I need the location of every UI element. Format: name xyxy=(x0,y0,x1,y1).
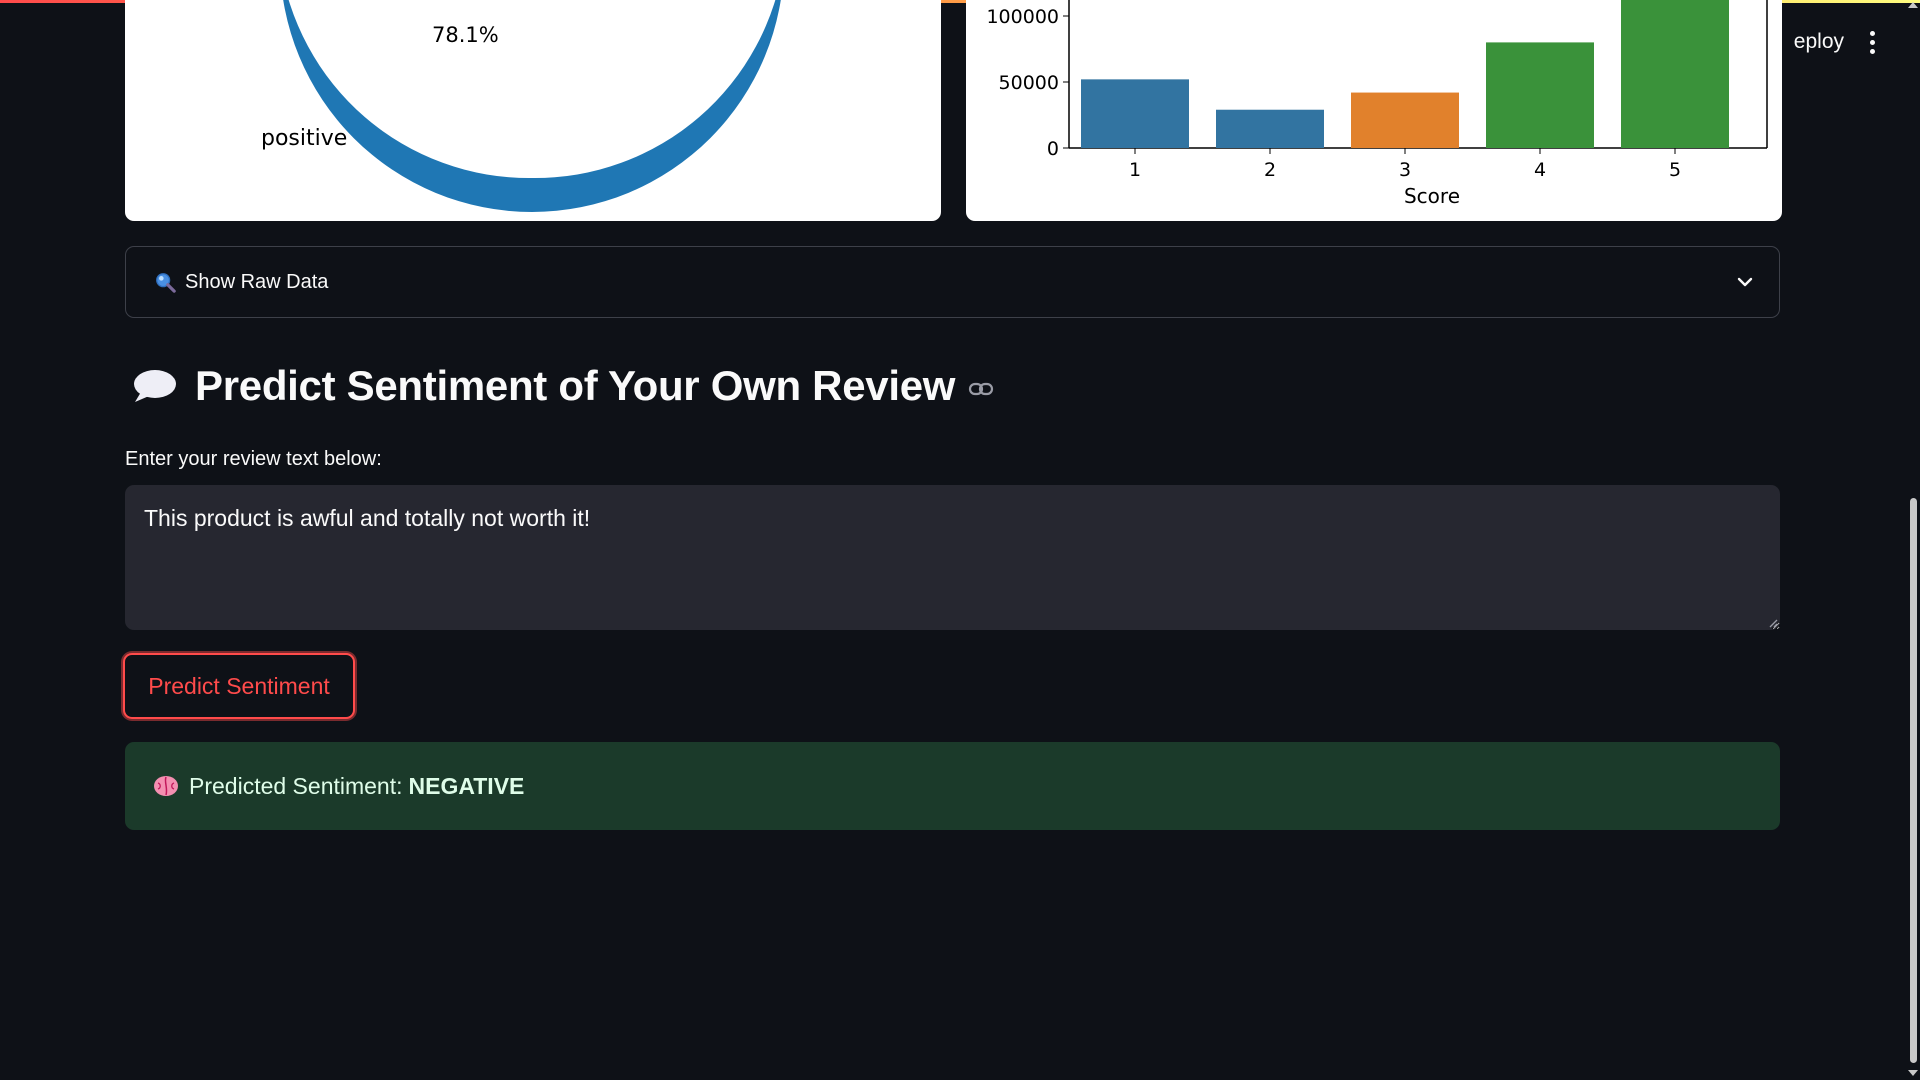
bar-score-4 xyxy=(1486,42,1594,148)
pie-slice-positive xyxy=(283,0,781,212)
scroll-up-arrow-icon[interactable] xyxy=(1908,2,1918,8)
predict-sentiment-button[interactable]: Predict Sentiment xyxy=(123,653,355,719)
main-menu-icon[interactable] xyxy=(1870,30,1876,54)
bar-score-5 xyxy=(1621,0,1729,149)
review-input-label: Enter your review text below: xyxy=(125,448,382,470)
y-tick-label: 50000 xyxy=(999,72,1059,94)
show-raw-data-expander[interactable]: Show Raw Data xyxy=(125,246,1780,318)
pie-slice-label: positive xyxy=(261,126,347,151)
bar-score-1 xyxy=(1081,79,1189,148)
y-tick-label: 0 xyxy=(1047,138,1059,160)
header-actions: eploy xyxy=(1794,30,1876,54)
x-axis-label: Score xyxy=(1404,184,1460,208)
bar-chart-svg: 100000 50000 0 1 2 3 4 5 Score xyxy=(986,0,1768,208)
prediction-result-alert: Predicted Sentiment: NEGATIVE xyxy=(125,742,1780,830)
scrollbar-thumb[interactable] xyxy=(1910,498,1917,1063)
x-tick-label: 5 xyxy=(1669,159,1681,181)
x-tick-label: 1 xyxy=(1129,159,1141,181)
result-value: NEGATIVE xyxy=(408,772,525,799)
link-icon[interactable] xyxy=(967,375,995,403)
bar-score-2 xyxy=(1216,109,1324,148)
section-heading: Predict Sentiment of Your Own Review xyxy=(131,362,995,410)
result-prefix: Predicted Sentiment: xyxy=(189,772,403,799)
section-title: Predict Sentiment of Your Own Review xyxy=(195,362,956,409)
pie-chart-svg: 78.1% positive xyxy=(261,0,781,212)
brain-icon xyxy=(154,776,178,796)
y-tick-label: 100000 xyxy=(986,6,1059,28)
bar-score-3 xyxy=(1351,92,1459,148)
x-tick-label: 2 xyxy=(1264,159,1276,181)
pie-chart-card: 78.1% positive xyxy=(125,0,941,221)
magnifier-icon xyxy=(156,273,176,293)
x-tick-label: 3 xyxy=(1399,159,1411,181)
bar-chart-card: 100000 50000 0 1 2 3 4 5 Score xyxy=(966,0,1782,221)
review-textarea[interactable]: This product is awful and totally not wo… xyxy=(125,485,1780,630)
deploy-button[interactable]: eploy xyxy=(1794,30,1844,54)
scroll-down-arrow-icon[interactable] xyxy=(1908,1070,1918,1076)
pie-data-label: 78.1% xyxy=(432,23,499,47)
resize-grip-icon[interactable] xyxy=(1768,618,1778,628)
x-tick-label: 4 xyxy=(1534,159,1546,181)
chevron-down-icon[interactable] xyxy=(1735,272,1755,292)
expander-label: Show Raw Data xyxy=(185,270,329,293)
speech-balloon-icon xyxy=(134,370,176,402)
